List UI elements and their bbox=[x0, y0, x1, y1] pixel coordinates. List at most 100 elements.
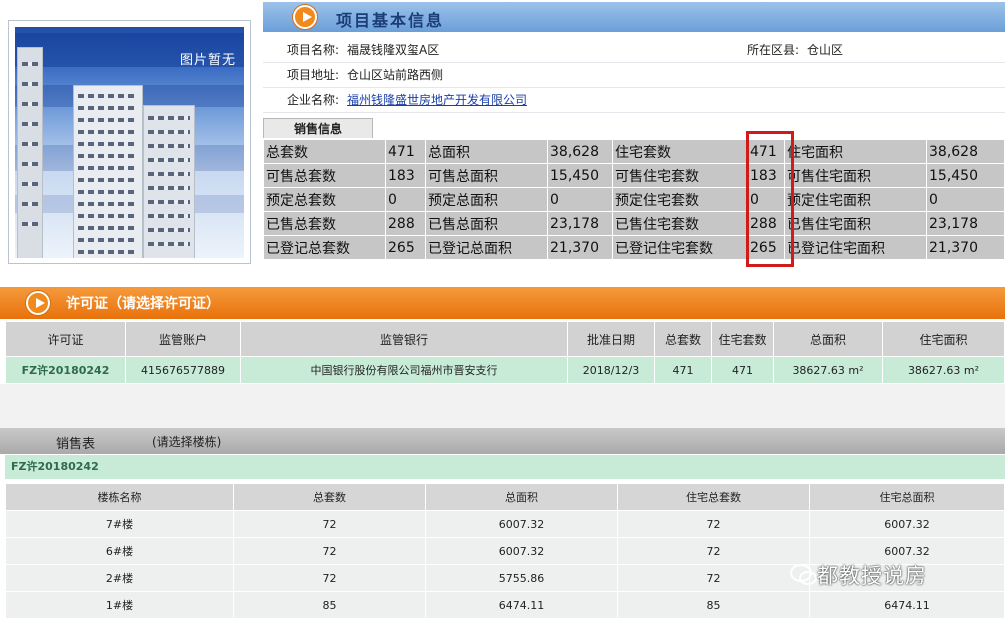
sales-label: 住宅套数 bbox=[613, 140, 747, 163]
watermark-text: 都教授说房 bbox=[817, 564, 927, 588]
sales-label: 已售总套数 bbox=[264, 212, 385, 235]
sales-label: 总套数 bbox=[264, 140, 385, 163]
building-cell: 6474.11 bbox=[810, 592, 1004, 618]
building-cell: 6#楼 bbox=[6, 538, 233, 564]
sales-label: 可售总面积 bbox=[426, 164, 547, 187]
building-cell: 72 bbox=[234, 511, 425, 537]
sales-row: 已售总套数 288 已售总面积 23,178 已售住宅套数 288 已售住宅面积 23,178 bbox=[264, 212, 1004, 235]
building-cell: 2#楼 bbox=[6, 565, 233, 591]
sales-label: 已登记总面积 bbox=[426, 236, 547, 259]
project-photo: 图片暂无 bbox=[15, 27, 244, 258]
sales-label: 预定总套数 bbox=[264, 188, 385, 211]
sales-row: 可售总套数 183 可售总面积 15,450 可售住宅套数 183 可售住宅面积 15,450 bbox=[264, 164, 1004, 187]
play-icon bbox=[293, 5, 317, 29]
residential-area: 38627.63 m² bbox=[883, 357, 1004, 383]
sales-value: 38,628 bbox=[927, 140, 1004, 163]
building-cell: 6007.32 bbox=[426, 511, 617, 537]
sales-value: 23,178 bbox=[927, 212, 1004, 235]
building-cell: 7#楼 bbox=[6, 511, 233, 537]
building-cell: 72 bbox=[618, 511, 809, 537]
building-cell: 6474.11 bbox=[426, 592, 617, 618]
company-name-label: 企业名称: bbox=[263, 87, 343, 113]
sales-value: 21,370 bbox=[548, 236, 612, 259]
building-header-cell: 住宅总面积 bbox=[810, 484, 1004, 510]
total-area: 38627.63 m² bbox=[774, 357, 882, 383]
sales-label: 已售住宅套数 bbox=[613, 212, 747, 235]
sales-label: 可售总套数 bbox=[264, 164, 385, 187]
sales-value: 183 bbox=[386, 164, 425, 187]
building-cell: 72 bbox=[618, 565, 809, 591]
project-name-label: 项目名称: bbox=[263, 37, 343, 63]
permit-header-cell: 批准日期 bbox=[568, 322, 654, 356]
permit-table: 许可证 监管账户 监管银行 批准日期 总套数 住宅套数 总面积 住宅面积 FZ许… bbox=[5, 321, 1005, 384]
sales-row: 预定总套数 0 预定总面积 0 预定住宅套数 0 预定住宅面积 0 bbox=[264, 188, 1004, 211]
sales-table-title: 销售表 bbox=[56, 437, 96, 452]
district-value: 仓山区 bbox=[803, 37, 1005, 63]
permit-header-cell: 住宅面积 bbox=[883, 322, 1004, 356]
approval-date: 2018/12/3 bbox=[568, 357, 654, 383]
building-cell: 6007.32 bbox=[426, 538, 617, 564]
no-photo-label: 图片暂无 bbox=[179, 53, 236, 68]
building-header-cell: 住宅总套数 bbox=[618, 484, 809, 510]
sales-row: 已登记总套数 265 已登记总面积 21,370 已登记住宅套数 265 已登记住宅面积 21… bbox=[264, 236, 1004, 259]
sales-value: 23,178 bbox=[548, 212, 612, 235]
sales-label: 预定住宅面积 bbox=[785, 188, 926, 211]
building-cell: 72 bbox=[234, 538, 425, 564]
permit-header-cell: 住宅套数 bbox=[712, 322, 773, 356]
total-units: 471 bbox=[655, 357, 711, 383]
project-address-label: 项目地址: bbox=[263, 62, 343, 88]
building-cell: 72 bbox=[234, 565, 425, 591]
sales-label: 可售住宅面积 bbox=[785, 164, 926, 187]
sales-table-hint: (请选择楼栋) bbox=[152, 435, 222, 449]
selected-permit-label: FZ许20180242 bbox=[5, 455, 1005, 479]
project-name-value: 福晟钱隆双玺A区 bbox=[343, 37, 723, 63]
building-header-cell: 总套数 bbox=[234, 484, 425, 510]
building-cell: 5755.86 bbox=[426, 565, 617, 591]
sales-label: 预定住宅套数 bbox=[613, 188, 747, 211]
sales-value: 288 bbox=[386, 212, 425, 235]
sales-label: 总面积 bbox=[426, 140, 547, 163]
permit-header-cell: 许可证 bbox=[6, 322, 125, 356]
building-header-cell: 总面积 bbox=[426, 484, 617, 510]
building-row[interactable]: 1#楼 85 6474.11 85 6474.11 bbox=[6, 592, 1004, 618]
project-info-title: 项目基本信息 bbox=[336, 11, 445, 30]
permit-header-cell: 监管银行 bbox=[241, 322, 567, 356]
sales-label: 已登记住宅面积 bbox=[785, 236, 926, 259]
permit-title: 许可证（请选择许可证） bbox=[66, 296, 220, 312]
building-table: 楼栋名称 总套数 总面积 住宅总套数 住宅总面积 7#楼 72 6007.32 72 6… bbox=[5, 483, 1005, 619]
permit-number[interactable]: FZ许20180242 bbox=[6, 357, 125, 383]
permit-header-cell: 监管账户 bbox=[126, 322, 240, 356]
sales-value: 0 bbox=[548, 188, 612, 211]
permit-header-cell: 总面积 bbox=[774, 322, 882, 356]
sales-label: 已售总面积 bbox=[426, 212, 547, 235]
building-row[interactable]: 7#楼 72 6007.32 72 6007.32 bbox=[6, 511, 1004, 537]
sales-label: 预定总面积 bbox=[426, 188, 547, 211]
permit-row[interactable]: FZ许20180242 415676577889 中国银行股份有限公司福州市晋安… bbox=[6, 357, 1004, 383]
supervision-account: 415676577889 bbox=[126, 357, 240, 383]
sales-value: 15,450 bbox=[548, 164, 612, 187]
sales-value: 38,628 bbox=[548, 140, 612, 163]
sales-value: 21,370 bbox=[927, 236, 1004, 259]
supervision-bank: 中国银行股份有限公司福州市晋安支行 bbox=[241, 357, 567, 383]
residential-units: 471 bbox=[712, 357, 773, 383]
spacer bbox=[0, 384, 1005, 428]
sales-info-table: 总套数 471 总面积 38,628 住宅套数 471 住宅面积 38,628 可售总套数 183… bbox=[263, 139, 1005, 260]
district-label: 所在区县: bbox=[723, 37, 803, 63]
building-cell: 6007.32 bbox=[810, 511, 1004, 537]
sales-value: 471 bbox=[386, 140, 425, 163]
project-info-table: 项目名称: 福晟钱隆双玺A区 所在区县: 仓山区 项目地址: 仓山区站前路西侧 … bbox=[263, 37, 1005, 113]
sales-label: 可售住宅套数 bbox=[613, 164, 747, 187]
tab-sales-info[interactable]: 销售信息 bbox=[263, 118, 373, 138]
building-cell: 85 bbox=[234, 592, 425, 618]
sales-value: 0 bbox=[927, 188, 1004, 211]
sales-value: 265 bbox=[386, 236, 425, 259]
sales-label: 已登记总套数 bbox=[264, 236, 385, 259]
sales-table-header: 销售表 (请选择楼栋) bbox=[0, 428, 1005, 454]
sales-value: 0 bbox=[386, 188, 425, 211]
building-cell: 72 bbox=[618, 538, 809, 564]
building-cell: 85 bbox=[618, 592, 809, 618]
sales-row: 总套数 471 总面积 38,628 住宅套数 471 住宅面积 38,628 bbox=[264, 140, 1004, 163]
highlight-box bbox=[746, 131, 794, 267]
sales-value: 15,450 bbox=[927, 164, 1004, 187]
company-name-link[interactable]: 福州钱隆盛世房地产开发有限公司 bbox=[347, 93, 527, 107]
